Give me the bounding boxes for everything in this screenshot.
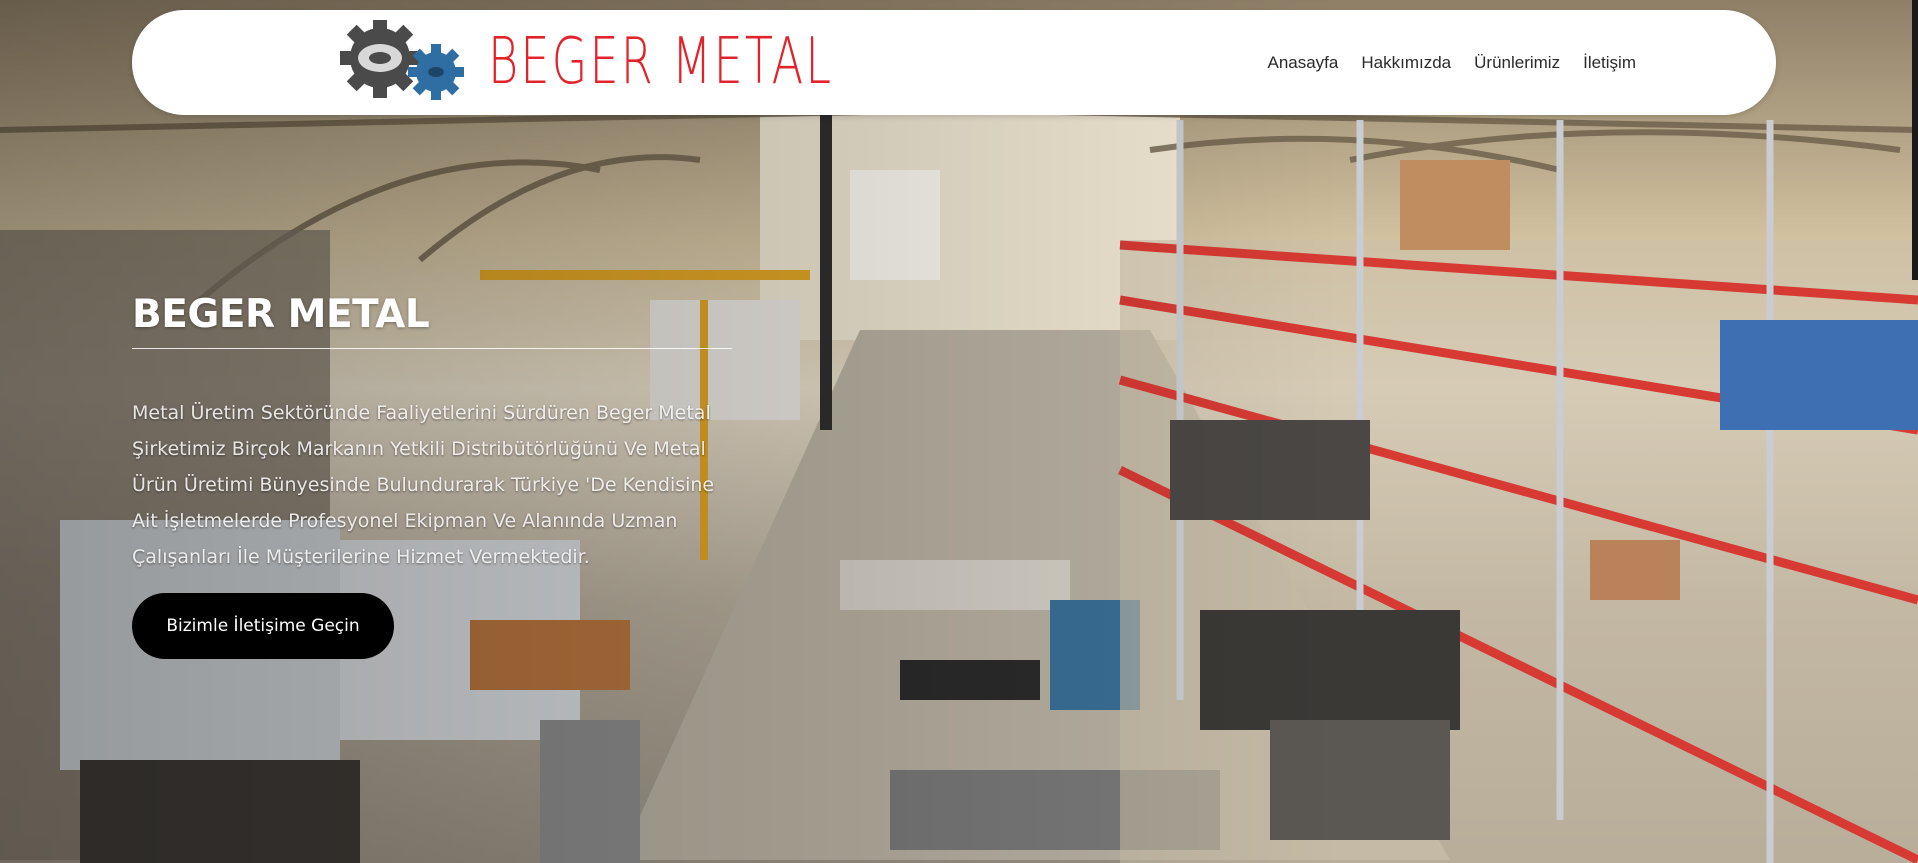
gears-logo-icon [340, 20, 464, 100]
nav-item-hakkimizda[interactable]: Hakkımızda [1361, 53, 1451, 73]
nav-item-iletisim[interactable]: İletişim [1583, 53, 1636, 73]
hero-divider [132, 348, 732, 349]
site-header: BEGER METAL Anasayfa Hakkımızda Ürünleri… [132, 10, 1776, 115]
brand-name: BEGER METAL [488, 25, 834, 99]
page-scrollbar[interactable] [1912, 0, 1918, 280]
hero-title: BEGER METAL [132, 292, 430, 337]
nav-item-urunlerimiz[interactable]: Ürünlerimiz [1474, 53, 1560, 73]
nav-item-anasayfa[interactable]: Anasayfa [1267, 53, 1338, 73]
contact-us-button[interactable]: Bizimle İletişime Geçin [132, 593, 394, 659]
brand-logo[interactable]: BEGER METAL [328, 20, 967, 104]
hero-description: Metal Üretim Sektöründe Faaliyetlerini S… [132, 402, 715, 568]
main-nav: Anasayfa Hakkımızda Ürünlerimiz İletişim [1267, 10, 1636, 115]
